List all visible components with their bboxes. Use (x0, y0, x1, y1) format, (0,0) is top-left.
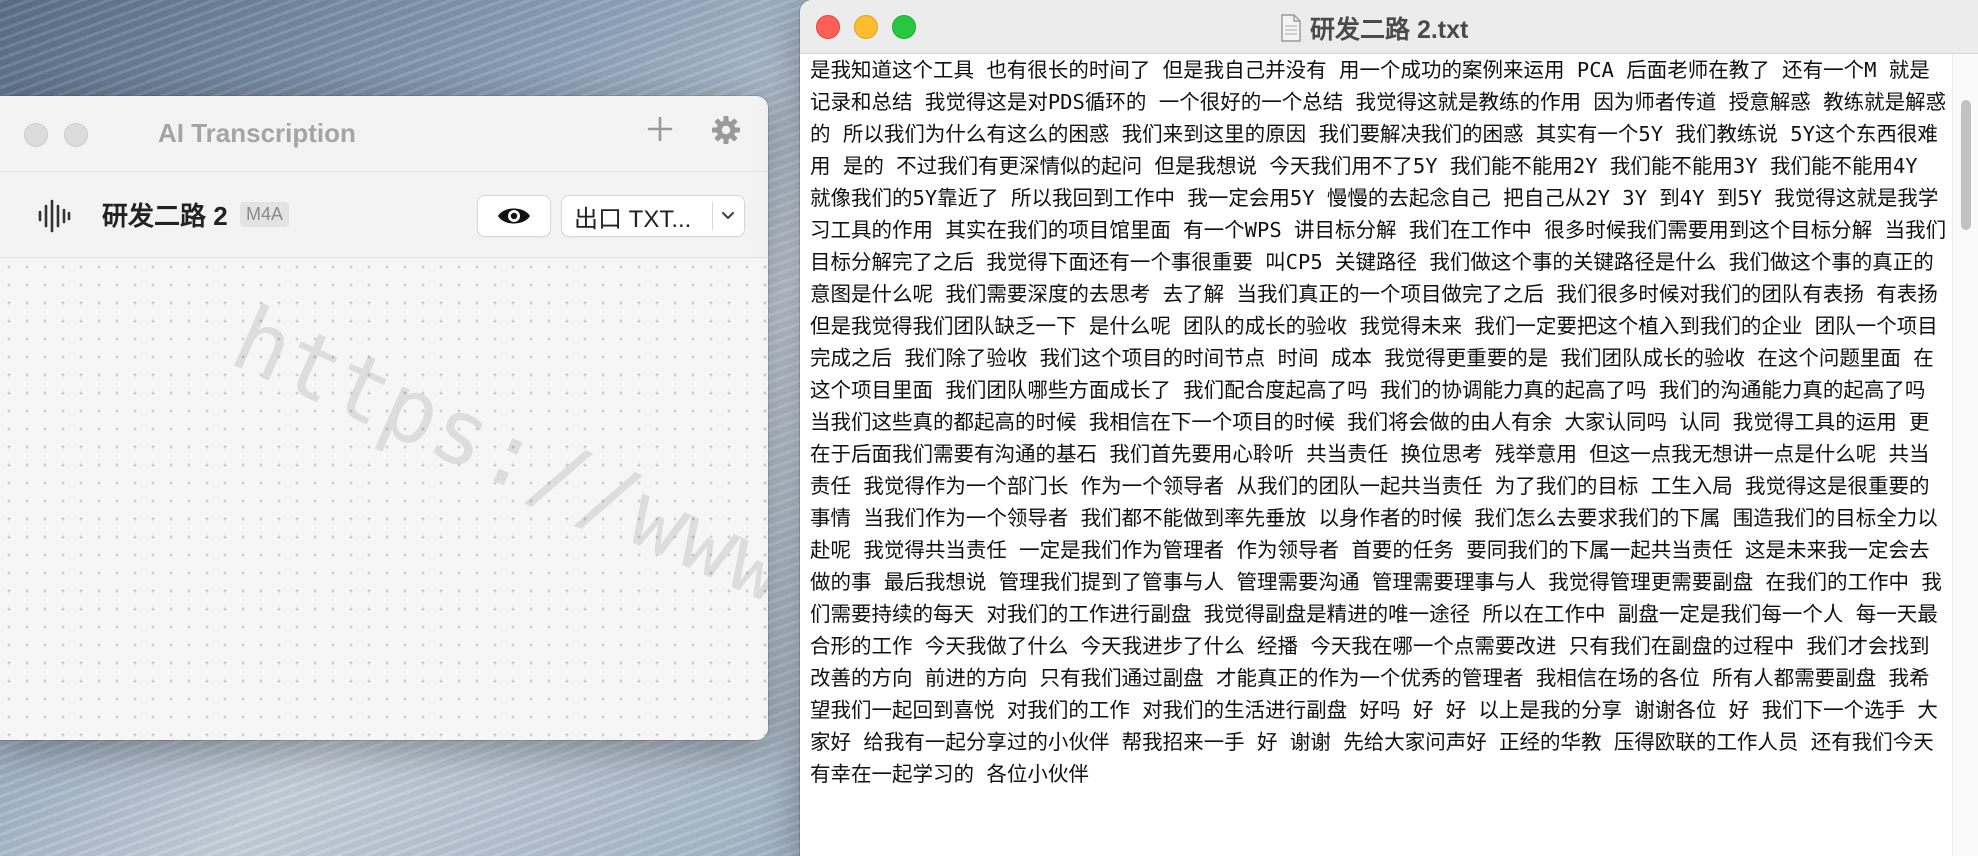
format-badge: M4A (240, 202, 290, 227)
document-text-area[interactable]: 是我知道这个工具 也有很长的时间了 但是我自己并没有 用一个成功的案例来运用 P… (810, 54, 1948, 856)
document-titlebar: 研发二路 2.txt (800, 0, 1978, 54)
waveform-icon (36, 198, 72, 234)
window-controls (24, 123, 88, 147)
export-format-label: 出口 TXT... (574, 205, 692, 233)
scrollbar-thumb[interactable] (1961, 100, 1971, 230)
drop-area[interactable] (0, 258, 768, 740)
eye-icon (498, 208, 530, 224)
close-window-button[interactable] (24, 123, 48, 147)
document-window-controls (816, 15, 916, 39)
gear-icon[interactable] (710, 114, 742, 146)
file-list-item[interactable]: 研发二路 2 M4A 出口 TXT... (0, 172, 768, 258)
app-title: AI Transcription (158, 118, 356, 148)
minimize-button[interactable] (854, 15, 878, 39)
document-title-area: 研发二路 2.txt (1280, 10, 1468, 46)
export-format-select[interactable]: 出口 TXT... (562, 196, 744, 236)
close-button[interactable] (816, 15, 840, 39)
text-document-window: 研发二路 2.txt 是我知道这个工具 也有很长的时间了 但是我自己并没有 用一… (800, 0, 1978, 856)
document-title: 研发二路 2.txt (1310, 16, 1469, 44)
plus-icon[interactable] (644, 113, 676, 145)
minimize-window-button[interactable] (64, 123, 88, 147)
preview-button[interactable] (478, 196, 550, 236)
vertical-scrollbar[interactable] (1952, 54, 1978, 856)
file-name: 研发二路 2 (102, 201, 228, 231)
chevron-down-icon[interactable] (713, 196, 743, 236)
zoom-button[interactable] (892, 15, 916, 39)
document-icon (1281, 14, 1301, 42)
transcription-window: AI Transcription 研发二路 2 M4A 出口 TXT... (0, 96, 768, 740)
transcription-titlebar: AI Transcription (0, 96, 768, 172)
